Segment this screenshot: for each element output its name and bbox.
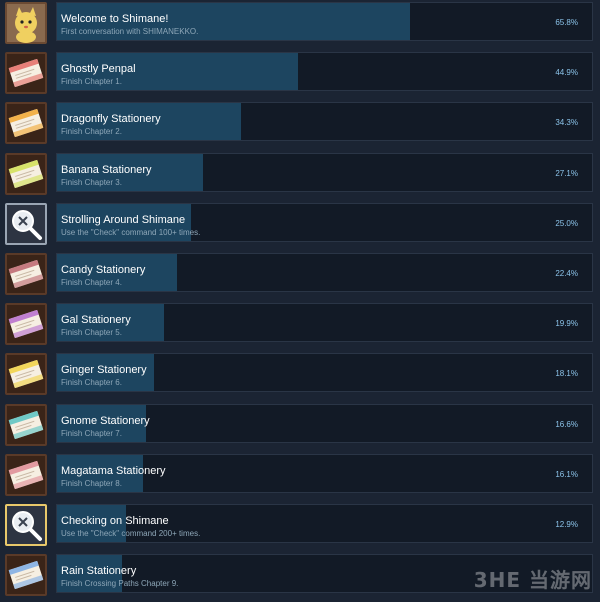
achievement-percent: 34.3% (555, 118, 578, 127)
achievement-percent: 27.1% (555, 169, 578, 178)
achievement-row: Welcome to Shimane! First conversation wi… (0, 0, 600, 50)
achievement-percent: 12.9% (555, 520, 578, 529)
achievement-description: Finish Chapter 4. (61, 278, 122, 287)
magnifier-icon (5, 203, 47, 245)
achievement-description: Finish Chapter 2. (61, 127, 122, 136)
progress-bar: Ghostly Penpal Finish Chapter 1. 44.9% (56, 52, 593, 91)
achievement-title: Gal Stationery (61, 314, 131, 326)
shimanekko-cat-icon (5, 2, 47, 44)
envelope-icon (5, 102, 47, 144)
progress-bar: Strolling Around Shimane Use the "Check" … (56, 203, 593, 242)
envelope-icon (5, 454, 47, 496)
achievement-row: Gnome Stationery Finish Chapter 7. 16.6% (0, 402, 600, 452)
achievement-percent: 22.4% (555, 269, 578, 278)
envelope-icon (5, 253, 47, 295)
envelope-icon (5, 303, 47, 345)
achievement-row: Gal Stationery Finish Chapter 5. 19.9% (0, 301, 600, 351)
achievement-description: Finish Chapter 1. (61, 77, 122, 86)
achievement-title: Rain Stationery (61, 565, 136, 577)
achievement-row: Ginger Stationery Finish Chapter 6. 18.1% (0, 351, 600, 401)
achievement-title: Banana Stationery (61, 164, 152, 176)
progress-bar: Welcome to Shimane! First conversation wi… (56, 2, 593, 41)
progress-bar: Checking on Shimane Use the "Check" comma… (56, 504, 593, 543)
achievement-title: Ginger Stationery (61, 364, 147, 376)
progress-bar: Magatama Stationery Finish Chapter 8. 16.1… (56, 454, 593, 493)
achievement-percent: 25.0% (555, 219, 578, 228)
achievement-percent: 16.1% (555, 470, 578, 479)
achievement-description: Use the "Check" command 200+ times. (61, 529, 200, 538)
achievement-description: Finish Chapter 7. (61, 429, 122, 438)
envelope-icon (5, 554, 47, 596)
progress-bar: Gal Stationery Finish Chapter 5. 19.9% (56, 303, 593, 342)
achievement-description: Finish Chapter 8. (61, 479, 122, 488)
envelope-icon (5, 353, 47, 395)
progress-bar: Gnome Stationery Finish Chapter 7. 16.6% (56, 404, 593, 443)
envelope-icon (5, 153, 47, 195)
envelope-icon (5, 404, 47, 446)
achievement-title: Checking on Shimane (61, 515, 169, 527)
achievement-title: Dragonfly Stationery (61, 113, 161, 125)
achievement-list: Welcome to Shimane! First conversation wi… (0, 0, 600, 597)
achievement-title: Strolling Around Shimane (61, 214, 185, 226)
achievement-description: Finish Chapter 6. (61, 378, 122, 387)
achievement-row: Banana Stationery Finish Chapter 3. 27.1% (0, 151, 600, 201)
achievement-row: Strolling Around Shimane Use the "Check" … (0, 201, 600, 251)
achievement-row: Dragonfly Stationery Finish Chapter 2. 34.… (0, 100, 600, 150)
achievement-percent: 65.8% (555, 18, 578, 27)
achievement-description: Finish Chapter 5. (61, 328, 122, 337)
progress-bar: Candy Stationery Finish Chapter 4. 22.4% (56, 253, 593, 292)
achievement-title: Magatama Stationery (61, 465, 166, 477)
achievement-percent: 18.1% (555, 369, 578, 378)
progress-bar: Dragonfly Stationery Finish Chapter 2. 34.… (56, 102, 593, 141)
achievement-row: Candy Stationery Finish Chapter 4. 22.4% (0, 251, 600, 301)
achievement-description: First conversation with SHIMANEKKO. (61, 27, 198, 36)
magnifier-icon (5, 504, 47, 546)
achievement-title: Welcome to Shimane! (61, 13, 168, 25)
achievement-percent: 44.9% (555, 68, 578, 77)
achievement-title: Candy Stationery (61, 264, 145, 276)
achievement-percent: 16.6% (555, 420, 578, 429)
achievement-percent: 19.9% (555, 319, 578, 328)
achievement-description: Finish Chapter 3. (61, 178, 122, 187)
achievement-description: Finish Crossing Paths Chapter 9. (61, 579, 178, 588)
achievement-row: Checking on Shimane Use the "Check" comma… (0, 502, 600, 552)
achievement-title: Gnome Stationery (61, 415, 150, 427)
achievement-title: Ghostly Penpal (61, 63, 136, 75)
achievement-description: Use the "Check" command 100+ times. (61, 228, 200, 237)
progress-bar: Ginger Stationery Finish Chapter 6. 18.1% (56, 353, 593, 392)
envelope-icon (5, 52, 47, 94)
progress-bar: Banana Stationery Finish Chapter 3. 27.1% (56, 153, 593, 192)
achievement-row: Magatama Stationery Finish Chapter 8. 16.1… (0, 452, 600, 502)
achievement-row: Ghostly Penpal Finish Chapter 1. 44.9% (0, 50, 600, 100)
watermark-logo: 3HE 当游网 (474, 564, 592, 593)
